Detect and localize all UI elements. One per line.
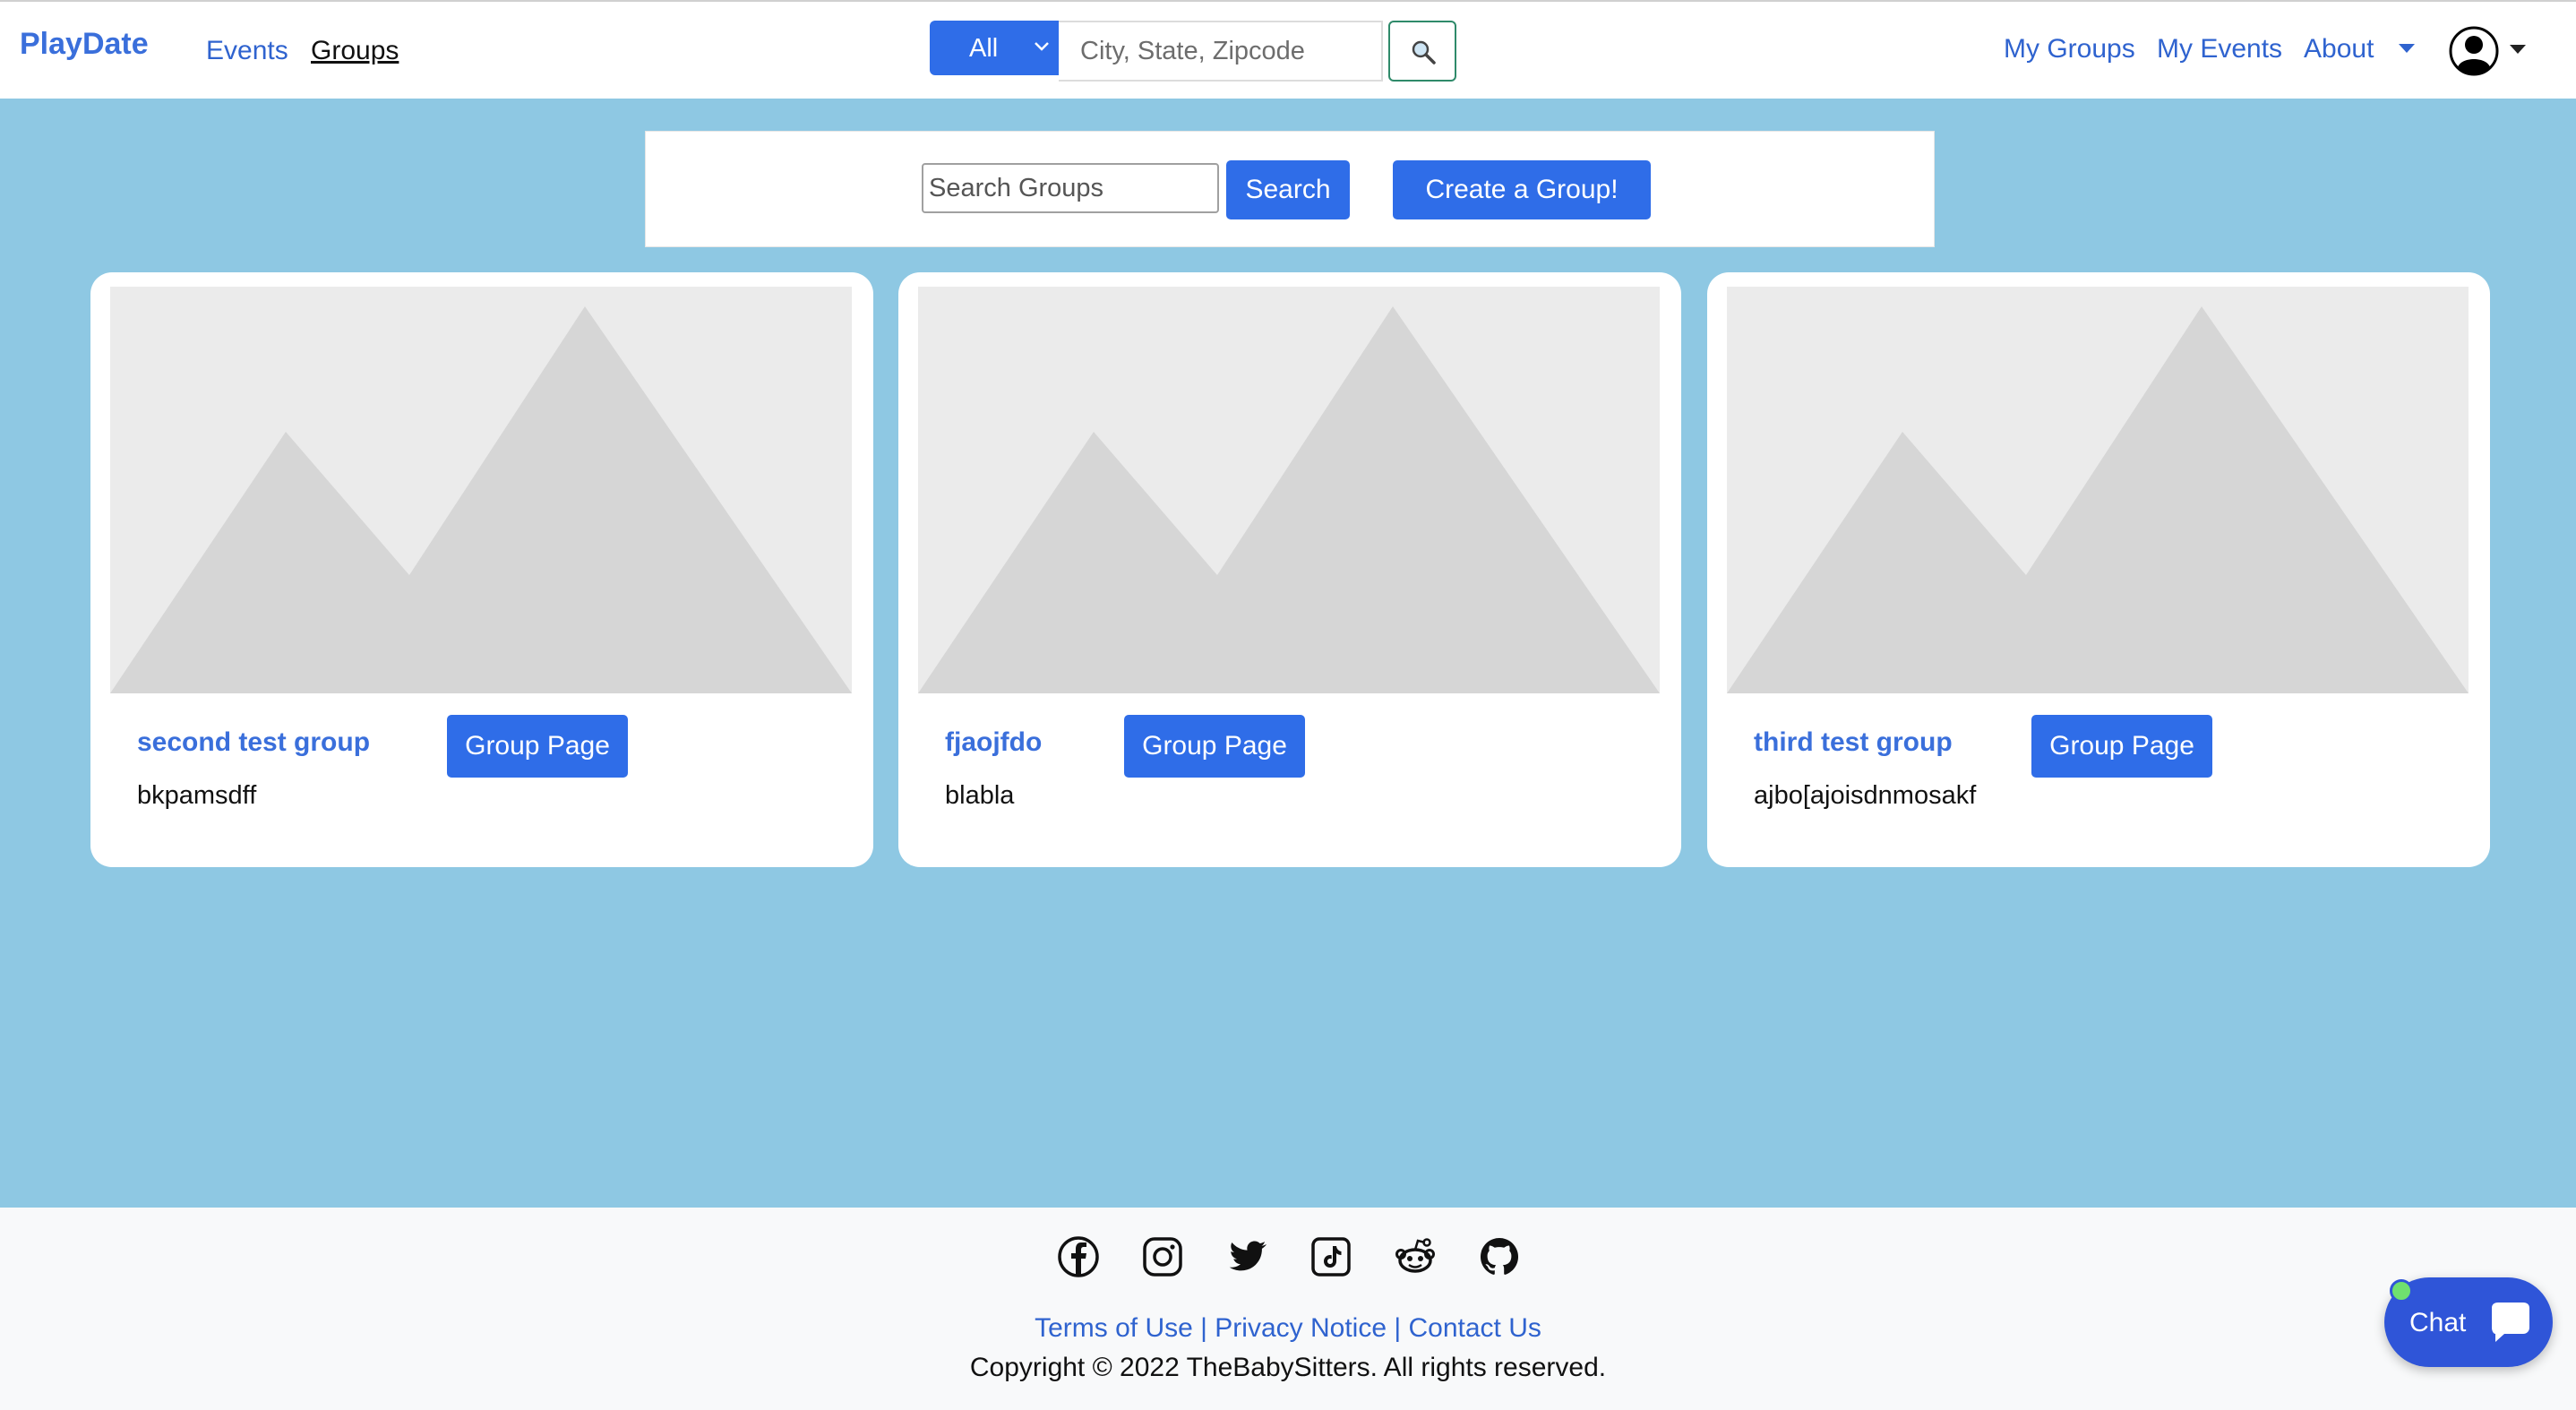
location-search-button[interactable] [1388,21,1456,82]
image-placeholder [918,287,1660,693]
group-card: third test group Group Page ajbo[ajoisdn… [1707,272,2490,867]
image-placeholder [1727,287,2469,693]
group-description: blabla [945,781,1015,810]
copyright-text: Copyright © 2022 TheBabySitters. All rig… [969,1353,1607,1382]
group-description: bkpamsdff [137,781,257,810]
reddit-icon[interactable] [1393,1234,1438,1279]
group-search-input[interactable] [922,163,1219,213]
group-name[interactable]: second test group [137,727,370,758]
chat-label: Chat [2409,1308,2467,1337]
group-name[interactable]: fjaojfdo [945,727,1042,758]
group-card: second test group Group Page bkpamsdff [90,272,873,867]
image-placeholder [110,287,852,693]
search-scope-value: All [969,34,999,63]
top-navbar: PlayDate Events Groups All My Groups My … [0,0,2576,99]
group-name[interactable]: third test group [1754,727,1953,758]
group-card: fjaojfdo Group Page blabla [898,272,1681,867]
twitter-icon[interactable] [1224,1234,1269,1279]
online-status-indicator [2390,1279,2413,1303]
account-dropdown-caret-icon[interactable] [2510,45,2526,54]
chevron-down-icon [1035,42,1049,51]
mountain-placeholder-icon [918,306,1660,693]
instagram-icon[interactable] [1140,1234,1185,1279]
search-scope-select[interactable]: All [930,21,1059,75]
facebook-icon[interactable] [1056,1234,1101,1279]
group-description: ajbo[ajoisdnmosakf [1754,781,1977,810]
group-search-button[interactable]: Search [1226,160,1350,219]
nav-link-events[interactable]: Events [206,36,288,66]
brand-logo[interactable]: PlayDate [20,27,149,62]
group-page-button[interactable]: Group Page [447,715,628,778]
about-dropdown-caret-icon[interactable] [2399,44,2415,53]
nav-link-my-groups[interactable]: My Groups [2004,34,2135,64]
github-icon[interactable] [1477,1234,1522,1279]
mountain-placeholder-icon [110,306,852,693]
create-group-button[interactable]: Create a Group! [1393,160,1651,219]
chat-bubble-icon [2492,1303,2529,1342]
group-page-button[interactable]: Group Page [2031,715,2212,778]
nav-link-about[interactable]: About [2304,34,2374,64]
mountain-placeholder-icon [1727,306,2469,693]
group-search-panel: Search Create a Group! [645,131,1935,247]
footer-links[interactable]: Terms of Use | Privacy Notice | Contact … [0,1313,2576,1344]
group-page-button[interactable]: Group Page [1124,715,1305,778]
search-icon [1412,40,1436,64]
tiktok-icon[interactable] [1309,1234,1353,1279]
nav-link-my-events[interactable]: My Events [2157,34,2282,64]
location-search-input[interactable] [1059,21,1383,82]
nav-link-groups[interactable]: Groups [311,36,399,66]
user-avatar-icon[interactable] [2448,25,2500,77]
